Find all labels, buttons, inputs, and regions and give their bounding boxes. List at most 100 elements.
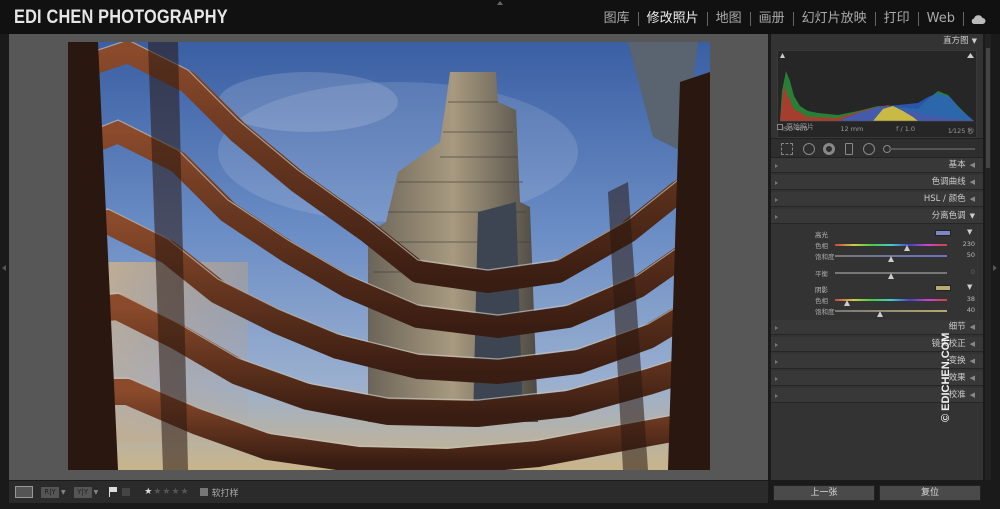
slider-thumb[interactable] xyxy=(888,273,894,279)
module-develop[interactable]: 修改照片 xyxy=(639,10,707,28)
section-handle-icon xyxy=(775,360,778,364)
identity-plate: EDI CHEN PHOTOGRAPHY xyxy=(14,7,228,28)
shadow-saturation-row: 饱和度 40 xyxy=(771,306,983,317)
section-handle-icon xyxy=(775,394,778,398)
chevron-left-icon: ◀ xyxy=(969,357,975,365)
section-basic[interactable]: 基本 ◀ xyxy=(771,158,983,173)
section-detail-label: 细节 xyxy=(948,322,966,332)
left-panel-toggle[interactable] xyxy=(2,265,6,271)
soft-proof-checkbox[interactable] xyxy=(199,488,208,496)
red-eye-icon[interactable] xyxy=(823,143,835,155)
image-work-area xyxy=(9,34,768,480)
split-toning-panel: 高光 ▼ 色相 230 饱和度 50 平衡 0 阴影 ▼ 色相 38 饱和度 4… xyxy=(771,225,983,318)
focal-length-value: 12 mm xyxy=(840,125,864,133)
chevron-left-icon: ◀ xyxy=(969,178,975,186)
highlight-hue-slider[interactable] xyxy=(835,244,947,251)
highlight-hue-row: 色相 230 xyxy=(771,240,983,251)
histogram-header[interactable]: 直方图 ▼ xyxy=(771,34,983,48)
photo-preview[interactable] xyxy=(68,42,710,470)
section-split-toning[interactable]: 分离色调 ▼ xyxy=(771,209,983,224)
shadow-hue-row: 色相 38 xyxy=(771,295,983,306)
graduated-filter-icon[interactable] xyxy=(845,143,853,155)
before-after-ry-button[interactable]: R|Y xyxy=(41,486,59,498)
reject-flag-icon[interactable] xyxy=(122,488,131,496)
balance-slider[interactable] xyxy=(835,272,947,279)
module-web[interactable]: Web xyxy=(919,10,963,28)
shadow-saturation-slider[interactable] xyxy=(835,310,947,317)
lightroom-window: EDI CHEN PHOTOGRAPHY 图库 修改照片 地图 画册 幻灯片放映… xyxy=(0,0,1000,509)
module-separator xyxy=(963,12,964,26)
section-tone-curve[interactable]: 色调曲线 ◀ xyxy=(771,175,983,190)
highlight-saturation-label: 饱和度 xyxy=(815,253,835,261)
original-photo-checkbox[interactable] xyxy=(777,124,783,130)
flag-icon[interactable] xyxy=(108,487,118,497)
shadow-hue-slider[interactable] xyxy=(835,299,947,306)
before-after-yy-button[interactable]: Y|Y xyxy=(73,486,92,498)
module-slideshow[interactable]: 幻灯片放映 xyxy=(794,10,875,28)
radial-filter-icon[interactable] xyxy=(863,143,875,155)
loupe-view-button[interactable] xyxy=(15,486,33,498)
highlight-color-swatch[interactable] xyxy=(935,230,951,236)
cloud-icon[interactable] xyxy=(970,13,986,25)
section-handle-icon xyxy=(775,198,778,202)
watermark: © EDICHEN.COM xyxy=(940,332,952,422)
module-print[interactable]: 打印 xyxy=(876,10,918,28)
chevron-down-icon[interactable]: ▼ xyxy=(967,283,972,291)
chevron-down-icon[interactable]: ▼ xyxy=(94,489,99,496)
crop-tool-icon[interactable] xyxy=(781,143,793,155)
chevron-left-icon: ◀ xyxy=(969,195,975,203)
scrollbar-thumb[interactable] xyxy=(986,48,990,168)
section-handle-icon xyxy=(775,164,778,168)
section-handle-icon xyxy=(775,326,778,330)
original-photo-toggle[interactable]: 原始照片 xyxy=(777,122,814,132)
shadow-saturation-value[interactable]: 40 xyxy=(967,306,975,314)
top-bar: EDI CHEN PHOTOGRAPHY 图库 修改照片 地图 画册 幻灯片放映… xyxy=(0,0,1000,34)
section-tone-curve-label: 色调曲线 xyxy=(931,177,966,187)
section-handle-icon xyxy=(775,343,778,347)
highlight-saturation-slider[interactable] xyxy=(835,255,947,262)
section-split-toning-label: 分离色调 xyxy=(931,211,966,221)
highlight-saturation-value[interactable]: 50 xyxy=(967,251,975,259)
module-map[interactable]: 地图 xyxy=(708,10,750,28)
star-rating[interactable]: ★★★★★ xyxy=(144,487,189,497)
highlights-title: 高光 xyxy=(815,231,828,239)
top-panel-toggle[interactable] xyxy=(497,1,503,5)
section-hsl[interactable]: HSL / 颜色 ◀ xyxy=(771,192,983,207)
chevron-left-icon: ◀ xyxy=(969,391,975,399)
chevron-left-icon: ◀ xyxy=(969,340,975,348)
balance-value[interactable]: 0 xyxy=(971,268,975,276)
module-book[interactable]: 画册 xyxy=(751,10,793,28)
right-panel-toggle[interactable] xyxy=(993,265,997,271)
section-hsl-label: HSL / 颜色 xyxy=(923,194,966,204)
slider-thumb[interactable] xyxy=(876,311,883,317)
shadow-hue-value[interactable]: 38 xyxy=(967,295,975,303)
shadow-saturation-label: 饱和度 xyxy=(815,308,835,316)
previous-button[interactable]: 上一张 xyxy=(773,485,875,501)
balance-row: 平衡 0 xyxy=(771,268,983,279)
balance-label: 平衡 xyxy=(815,270,828,278)
original-photo-label: 原始照片 xyxy=(786,123,814,131)
module-library[interactable]: 图库 xyxy=(596,10,638,28)
soft-proof-label: 软打样 xyxy=(211,488,239,499)
reset-button[interactable]: 复位 xyxy=(879,485,981,501)
shadow-color-swatch[interactable] xyxy=(935,285,951,291)
slider-thumb[interactable] xyxy=(888,256,894,262)
histogram-title: 直方图 xyxy=(943,36,969,46)
bottom-toolbar: R|Y ▼ Y|Y ▼ ★★★★★ 软打样 xyxy=(9,481,768,503)
spot-removal-icon[interactable] xyxy=(803,143,815,155)
section-basic-label: 基本 xyxy=(948,160,966,170)
highlight-hue-value[interactable]: 230 xyxy=(963,240,975,248)
photo-image xyxy=(68,42,710,470)
star-rating-filled: ★ xyxy=(144,487,154,497)
tool-slider[interactable] xyxy=(889,148,975,150)
panel-scrollbar[interactable] xyxy=(985,34,991,480)
tool-strip xyxy=(771,138,983,158)
highlight-saturation-row: 饱和度 50 xyxy=(771,251,983,262)
chevron-down-icon: ▼ xyxy=(971,37,977,45)
aperture-value: f / 1.0 xyxy=(896,125,916,133)
chevron-down-icon[interactable]: ▼ xyxy=(967,228,972,236)
shadows-title: 阴影 xyxy=(815,286,828,294)
chevron-down-icon[interactable]: ▼ xyxy=(61,489,66,496)
section-handle-icon xyxy=(775,215,778,219)
shutter-value: 1⁄125 秒 xyxy=(947,127,974,135)
